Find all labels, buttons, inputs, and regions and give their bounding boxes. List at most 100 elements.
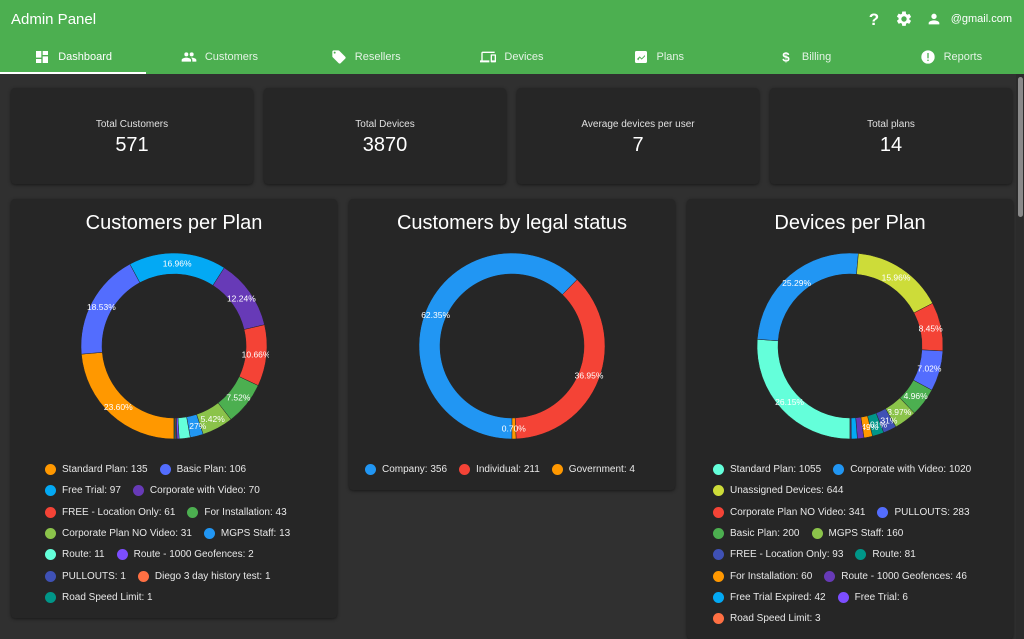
account-icon[interactable] [925, 10, 943, 28]
legend-label: Corporate Plan NO Video: 31 [62, 528, 192, 540]
legend-color-dot [837, 591, 849, 603]
legend-item[interactable]: Unassigned Devices: 644 [713, 480, 843, 501]
legend-item[interactable]: Corporate Plan NO Video: 31 [45, 523, 192, 544]
legend-label: Corporate Plan NO Video: 341 [730, 506, 866, 518]
donut-slice-label: 26.15% [775, 397, 804, 407]
donut-slice-label: 8.45% [919, 324, 944, 334]
legend-color-dot [45, 570, 56, 582]
donut-slice[interactable] [173, 417, 176, 440]
legend-item[interactable]: Standard Plan: 1055 [713, 459, 821, 480]
legend-item[interactable]: Route: 81 [855, 544, 916, 565]
legend-item[interactable]: Corporate with Video: 70 [132, 480, 260, 501]
legend-item[interactable]: Road Speed Limit: 1 [45, 587, 153, 608]
legend-item[interactable]: PULLOUTS: 283 [877, 502, 970, 523]
tab-label: Billing [801, 51, 832, 63]
app-bar: Admin Panel ? @gmail.com Dashboard Custo… [0, 0, 1024, 74]
tab-billing[interactable]: $ Billing [731, 40, 877, 74]
donut-slice-label: 0.70% [502, 423, 527, 433]
legend-item[interactable]: MGPS Staff: 160 [811, 523, 903, 544]
legend-item[interactable]: Route - 1000 Geofences: 2 [116, 544, 254, 565]
legend-item[interactable]: Government: 4 [551, 459, 635, 480]
tab-dashboard[interactable]: Dashboard [0, 40, 147, 74]
legend-item[interactable]: FREE - Location Only: 93 [713, 544, 843, 565]
legend-item[interactable]: FREE - Location Only: 61 [45, 502, 175, 523]
legend-item[interactable]: PULLOUTS: 1 [45, 565, 126, 586]
legend-label: Standard Plan: 135 [62, 464, 148, 476]
legend-label: For Installation: 43 [204, 506, 287, 518]
legend-item[interactable]: Route - 1000 Geofences: 46 [824, 565, 967, 586]
legend-color-dot [45, 528, 56, 540]
donut-slice[interactable] [756, 339, 851, 440]
legend-color-dot [159, 464, 171, 476]
legend-item[interactable]: Basic Plan: 200 [713, 523, 800, 544]
page-scrollbar[interactable] [1016, 74, 1024, 639]
stat-value: 14 [879, 134, 903, 156]
stat-value: 3870 [362, 134, 408, 156]
legend-color-dot [713, 506, 724, 518]
tab-plans[interactable]: Plans [585, 40, 731, 74]
legend-item[interactable]: Route: 11 [45, 544, 105, 565]
legend-item[interactable]: Diego 3 day history test: 1 [137, 565, 271, 586]
chart-title: Customers per Plan [85, 212, 263, 234]
legend-color-dot [855, 549, 867, 561]
tab-reports[interactable]: Reports [878, 40, 1024, 74]
scrollbar-thumb[interactable] [1018, 77, 1023, 217]
legend-item[interactable]: Road Speed Limit: 3 [713, 608, 821, 629]
legend-color-dot [45, 549, 56, 561]
legend-item[interactable]: Standard Plan: 135 [45, 459, 148, 480]
tab-label: Plans [656, 51, 685, 63]
legend-label: Individual: 211 [476, 464, 540, 476]
legend-item[interactable]: Free Trial: 6 [837, 587, 908, 608]
stat-card-total-customers: Total Customers 571 [11, 88, 253, 184]
dashboard-icon [36, 51, 49, 63]
legend-color-dot [45, 506, 56, 518]
top-actions: ? @gmail.com [865, 10, 1012, 28]
donut-slice-label: 18.53% [87, 302, 116, 312]
donut-slice-label: 23.60% [104, 402, 133, 412]
settings-gear-icon[interactable] [895, 10, 913, 28]
legend-label: Road Speed Limit: 1 [62, 591, 153, 603]
donut-slice[interactable] [514, 279, 606, 440]
legend-color-dot [713, 464, 724, 476]
legend-item[interactable]: Corporate with Video: 1020 [833, 459, 971, 480]
legend-color-dot [877, 506, 889, 518]
app-title: Admin Panel [11, 11, 97, 28]
donut-slice-label: 7.52% [226, 393, 251, 403]
legend-label: Basic Plan: 106 [176, 464, 247, 476]
stat-label: Total Customers [95, 119, 169, 130]
stat-card-total-plans: Total plans 14 [770, 88, 1012, 184]
legend-item[interactable]: Free Trial: 97 [45, 480, 121, 501]
donut-slice[interactable] [81, 352, 175, 440]
donut-slice-label: 36.95% [575, 371, 604, 381]
legend-label: PULLOUTS: 1 [62, 570, 126, 582]
plans-icon [634, 51, 647, 63]
legend-item[interactable]: Company: 356 [365, 459, 447, 480]
tab-label: Resellers [354, 51, 401, 63]
tag-icon [332, 50, 346, 64]
legend-label: Diego 3 day history test: 1 [154, 570, 271, 582]
legend-color-dot [116, 549, 128, 561]
legend-item[interactable]: Basic Plan: 106 [159, 459, 247, 480]
legend-item[interactable]: For Installation: 43 [187, 502, 287, 523]
legend-color-dot [45, 591, 56, 603]
legend-label: Route - 1000 Geofences: 2 [133, 549, 254, 561]
legend-item[interactable]: For Installation: 60 [713, 565, 812, 586]
legend-item[interactable]: Free Trial Expired: 42 [713, 587, 826, 608]
legend-item[interactable]: Corporate Plan NO Video: 341 [713, 502, 865, 523]
user-email[interactable]: @gmail.com [951, 13, 1012, 25]
help-icon[interactable]: ? [865, 10, 883, 28]
legend-label: Free Trial: 6 [854, 591, 908, 603]
legend-label: Route: 81 [872, 549, 916, 561]
legend-item[interactable]: MGPS Staff: 13 [203, 523, 290, 544]
donut-slice[interactable] [856, 253, 933, 314]
legend-color-dot [833, 464, 845, 476]
tab-devices[interactable]: Devices [439, 40, 585, 74]
chart-legend: Standard Plan: 1055 Corporate with Video:… [713, 459, 1011, 629]
legend-item[interactable]: Individual: 211 [459, 459, 540, 480]
legend-label: Free Trial: 97 [62, 485, 121, 497]
donut-slice[interactable] [756, 252, 859, 342]
legend-label: Free Trial Expired: 42 [730, 591, 826, 603]
legend-color-dot [713, 591, 724, 603]
tab-resellers[interactable]: Resellers [293, 40, 439, 74]
tab-customers[interactable]: Customers [146, 40, 292, 74]
